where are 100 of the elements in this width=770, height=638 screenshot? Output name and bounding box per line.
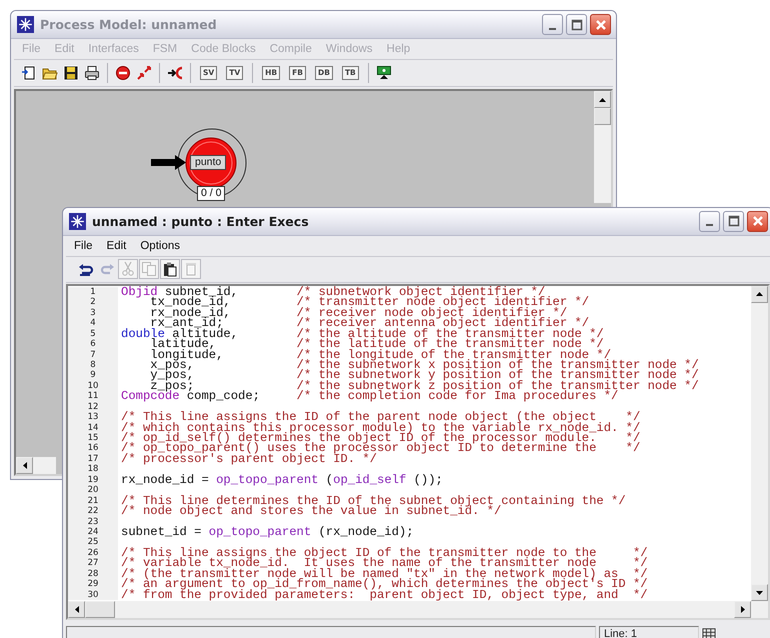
- app-icon: [17, 16, 34, 33]
- maximize-button[interactable]: [723, 210, 744, 232]
- line-number: 8: [68, 360, 118, 370]
- minimize-button[interactable]: [699, 210, 720, 232]
- scroll-right-button[interactable]: [734, 601, 751, 618]
- undo-icon: [78, 261, 94, 278]
- code-line: /* (the transmitter node will be named "tx" in the network model) as */: [120, 568, 649, 580]
- minimize-icon: [706, 224, 713, 226]
- code-line: rx_ant_id; /* receiver antenna object identifier */: [150, 318, 590, 329]
- paste-button[interactable]: [160, 259, 180, 280]
- state-label: punto: [190, 155, 226, 170]
- code-line: /* op_topo_parent() uses the processor object ID to determine the */: [120, 443, 642, 454]
- code-line: tx_node_id, /* transmitter node object identifier */: [150, 297, 590, 308]
- maximize-icon: [570, 18, 584, 32]
- close-button[interactable]: [590, 14, 611, 35]
- app-icon: [69, 212, 86, 230]
- window-title: unnamed : punto : Enter Execs: [92, 214, 310, 229]
- close-icon: [750, 214, 764, 228]
- close-button[interactable]: [747, 210, 768, 232]
- vertical-scrollbar[interactable]: [751, 286, 768, 602]
- code-line: double altitude, /* the altitude of the transmitter node */: [120, 328, 605, 340]
- printer-icon[interactable]: [84, 65, 100, 81]
- arrow-bracket-icon[interactable]: [167, 65, 183, 81]
- cut-icon: [120, 261, 136, 278]
- code-line: /* processor's parent object ID. */: [120, 454, 377, 464]
- code-line: subnet_id = op_topo_parent (rx_node_id);: [120, 526, 415, 538]
- minimize-icon: [549, 28, 556, 30]
- code-line: /* an argument to op_id_from_name(), which determines the object's ID */: [120, 579, 649, 590]
- line-number: 16: [68, 443, 118, 454]
- scrollbar-corner: [751, 601, 768, 618]
- copy-icon: [141, 261, 157, 278]
- line-number: 30: [68, 590, 118, 600]
- line-number: 4: [68, 318, 118, 329]
- new-file-icon[interactable]: [21, 65, 37, 81]
- line-number: 20: [68, 485, 118, 496]
- line-number: 26: [68, 548, 118, 558]
- code-line: /* variable tx_node_id. It uses the name of the transmitter node */: [120, 558, 649, 569]
- down-arrow-icon: [756, 590, 763, 595]
- grid-icon: [702, 626, 716, 638]
- code-line: Objid subnet_id, /* subnetwork object identifier */: [120, 286, 546, 298]
- code-line: /* This line assigns the object ID of the transmitter node to the */: [120, 548, 649, 558]
- line-number: 18: [68, 464, 118, 475]
- scroll-thumb[interactable]: [85, 601, 115, 618]
- code-line: Compcode comp_code; /* the completion code for Ima procedures */: [120, 391, 618, 402]
- code-line: /* op_id_self() determines the object ID of the processor module. */: [120, 433, 642, 444]
- left-arrow-icon: [74, 606, 78, 614]
- line-number: 19: [68, 474, 118, 486]
- no-entry-icon[interactable]: [115, 65, 131, 81]
- delete-icon: [183, 261, 199, 278]
- maximize-icon: [726, 214, 740, 228]
- menu-item[interactable]: Edit: [100, 238, 132, 253]
- scroll-thumb[interactable]: [594, 108, 611, 125]
- line-number: 7: [68, 350, 118, 360]
- scroll-left-button[interactable]: [16, 457, 33, 474]
- horizontal-scrollbar[interactable]: [68, 601, 751, 618]
- line-number: 1: [68, 286, 118, 298]
- line-number: 28: [68, 568, 118, 580]
- line-number: 27: [68, 558, 118, 569]
- up-arrow-icon: [599, 98, 606, 102]
- code-line: /* This line assigns the ID of the parent node object (the object */: [120, 412, 642, 423]
- scroll-down-button[interactable]: [751, 584, 768, 602]
- line-number: 5: [68, 328, 118, 340]
- line-number: 13: [68, 412, 118, 423]
- line-number: 9: [68, 370, 118, 381]
- line-number: 6: [68, 339, 118, 350]
- code-line: x_pos, /* the subnetwork x position of the transmitter node */: [149, 360, 700, 370]
- vertical-scrollbar[interactable]: [594, 91, 611, 203]
- diagonal-arrows-icon[interactable]: [136, 65, 152, 81]
- code-line: /* which contains this processor module) to the variable rx_node_id. */: [120, 422, 642, 433]
- line-number: 15: [68, 433, 118, 444]
- line-number: 24: [68, 526, 118, 538]
- line-number: 14: [68, 422, 118, 433]
- minimize-button[interactable]: [542, 14, 563, 35]
- line-number: 21: [68, 496, 118, 506]
- window-title: Process Model: unnamed: [40, 17, 218, 32]
- code-line: latitude, /* the latitude of the transmitter node */: [150, 339, 604, 350]
- line-number: 17: [68, 454, 118, 464]
- code-line: /* This line determines the ID of the subnet object containing the */: [120, 496, 627, 506]
- code-line: y_pos, /* the subnetwork y position of the transmitter node */: [149, 370, 700, 381]
- code-line: z_pos; /* the subnetwork z position of the transmitter node */: [150, 380, 700, 392]
- line-number: 2: [68, 297, 118, 308]
- right-arrow-icon: [740, 606, 744, 614]
- paste-icon: [162, 261, 178, 278]
- code-line: rx_node_id = op_topo_parent (op_id_self ());: [120, 474, 444, 486]
- state-counter: 0 / 0: [197, 186, 226, 201]
- scroll-left-button[interactable]: [68, 601, 85, 618]
- line-number: 25: [68, 537, 118, 548]
- scroll-up-button[interactable]: [751, 286, 768, 303]
- left-arrow-icon: [22, 462, 26, 469]
- line-number: 29: [68, 579, 118, 590]
- maximize-button[interactable]: [566, 14, 587, 35]
- monitor-icon[interactable]: [376, 65, 392, 81]
- line-number: 11: [68, 391, 118, 402]
- close-icon: [594, 18, 608, 32]
- horizontal-scrollbar[interactable]: [16, 457, 56, 474]
- scroll-up-button[interactable]: [594, 91, 611, 108]
- menu-item[interactable]: File: [68, 238, 99, 253]
- code-line: longitude, /* the longitude of the transmitter node */: [149, 350, 612, 360]
- menu-item[interactable]: Options: [134, 238, 186, 253]
- code-line: /* node object and stores the value in subnet_id. */: [120, 506, 502, 516]
